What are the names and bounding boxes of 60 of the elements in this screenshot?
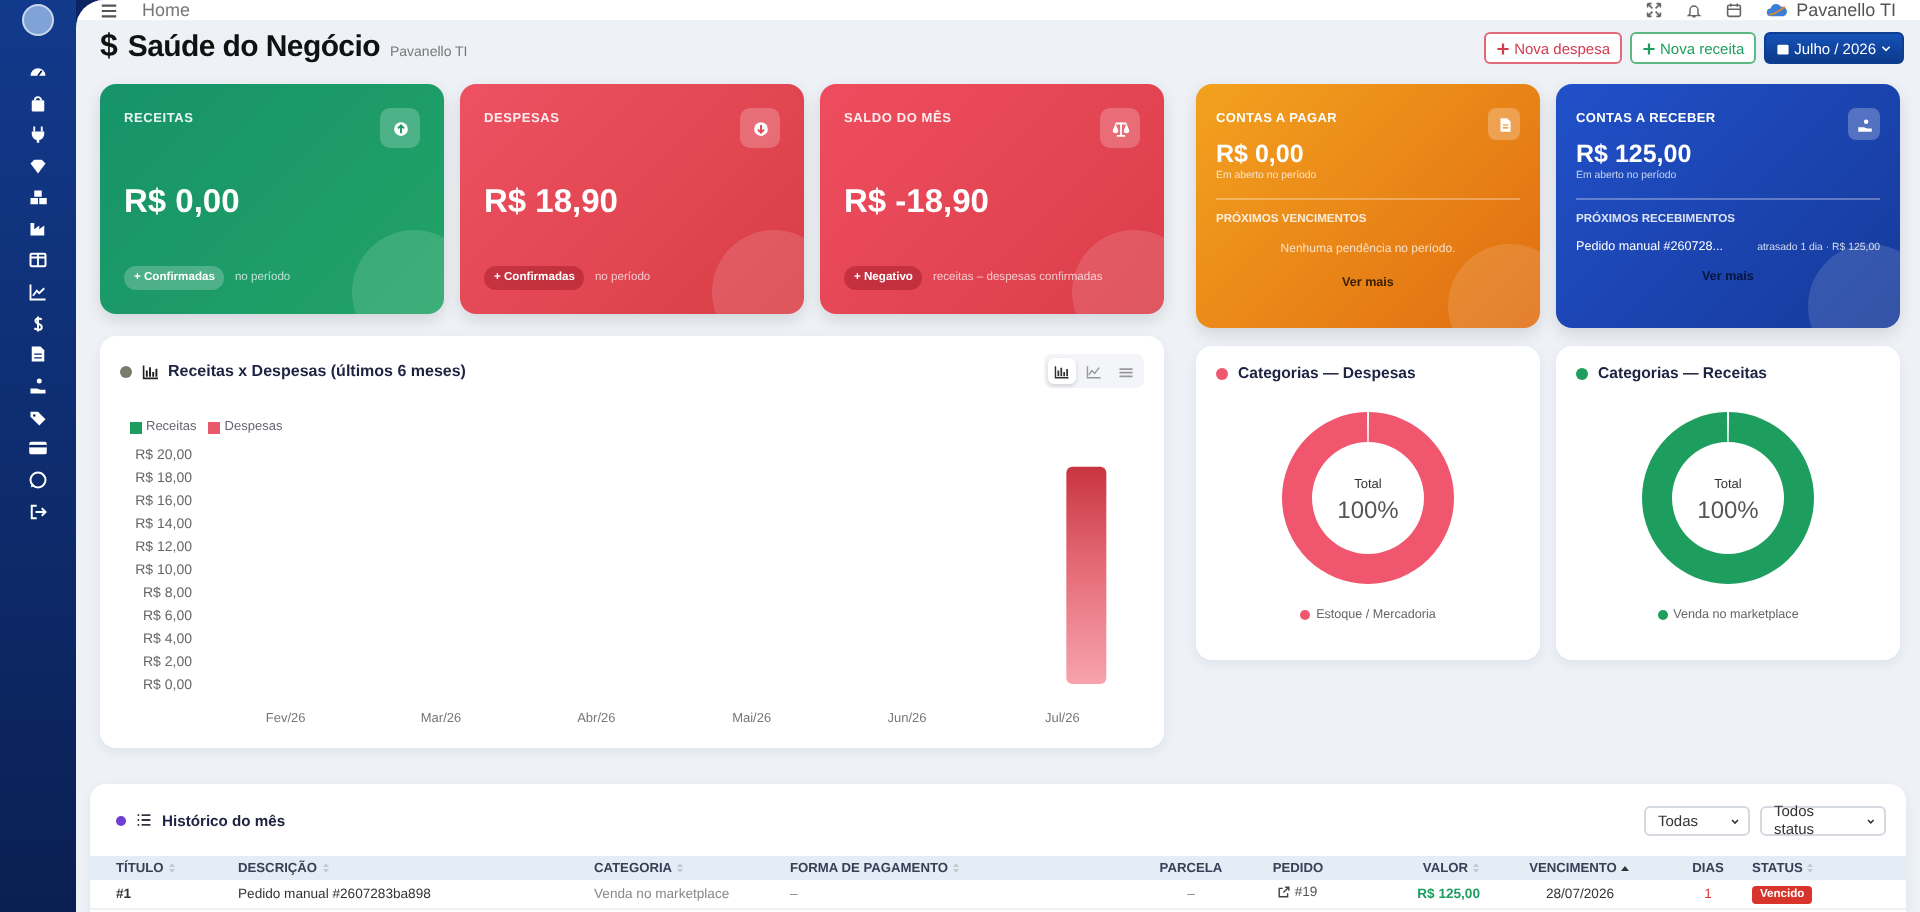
plug-icon[interactable]: [28, 124, 48, 145]
sort-icon: [952, 862, 961, 874]
tags-icon[interactable]: [28, 407, 48, 428]
factory-icon[interactable]: [28, 218, 48, 239]
scale-icon: [1109, 117, 1131, 139]
bar-chart-icon: [1054, 363, 1070, 379]
dollar-icon[interactable]: [28, 313, 48, 333]
view-toggle-button[interactable]: [1048, 358, 1076, 384]
chevron-down-icon: [1866, 815, 1876, 825]
diamond-icon[interactable]: [28, 156, 48, 177]
dollar-sign: $: [100, 30, 118, 66]
center-value: 100%: [1337, 496, 1399, 524]
line-chart-icon: [1086, 363, 1102, 379]
sort-icon: [1472, 862, 1480, 874]
bag-icon[interactable]: [28, 93, 48, 114]
plus-icon: [1496, 41, 1511, 55]
hand-icon[interactable]: [28, 375, 48, 396]
status-dot-icon: [116, 815, 126, 825]
chevron-down-icon: [1880, 42, 1892, 54]
card-icon[interactable]: [28, 438, 48, 459]
gauge-icon[interactable]: [28, 62, 48, 82]
sort-icon: [1806, 862, 1815, 874]
page-title: Saúde do Negócio: [127, 30, 380, 64]
card-value: R$ 0,00: [1216, 140, 1306, 168]
breadcrumb[interactable]: Home: [142, 0, 191, 20]
hand-icon: [1855, 115, 1873, 133]
cubes-icon[interactable]: [28, 187, 48, 208]
legend-dot: [1657, 610, 1668, 620]
arrow-down-icon: [749, 117, 771, 139]
document-icon[interactable]: [28, 344, 48, 365]
logout-icon[interactable]: [28, 501, 48, 522]
expand-icon[interactable]: [1646, 2, 1663, 18]
sort-icon: [321, 862, 330, 874]
menu-icon[interactable]: [100, 1, 118, 19]
card-value: R$ 125,00: [1576, 140, 1694, 168]
status-dot-icon: [120, 365, 132, 377]
sort-icon: [167, 862, 176, 874]
user-name[interactable]: Pavanello TI: [1796, 0, 1896, 20]
document-icon: [1495, 115, 1513, 133]
plus-icon: [1642, 41, 1657, 55]
card-value: R$ 18,90: [484, 184, 620, 222]
line-chart-icon[interactable]: [28, 281, 48, 302]
card-value: R$ -18,90: [844, 184, 991, 222]
list-icon: [136, 812, 152, 828]
sort-ascending-icon: [1620, 863, 1631, 873]
legend-dot: [1300, 610, 1311, 620]
center-value: 100%: [1697, 496, 1759, 524]
chat-icon[interactable]: [28, 469, 48, 490]
list-icon: [1118, 363, 1134, 379]
card-value: R$ 0,00: [124, 184, 242, 222]
columns-icon[interactable]: [28, 250, 48, 271]
chart-title: Receitas x Despesas (últimos 6 meses): [168, 362, 466, 380]
avatar[interactable]: [22, 4, 54, 36]
external-link-icon: [1278, 886, 1291, 899]
bar-chart-icon: [142, 363, 158, 379]
cloud-logo-icon: [1766, 2, 1789, 18]
arrow-up-icon: [389, 117, 411, 139]
chevron-down-icon: [1730, 815, 1740, 825]
bell-icon[interactable]: [1686, 2, 1703, 18]
sort-icon: [676, 862, 685, 874]
